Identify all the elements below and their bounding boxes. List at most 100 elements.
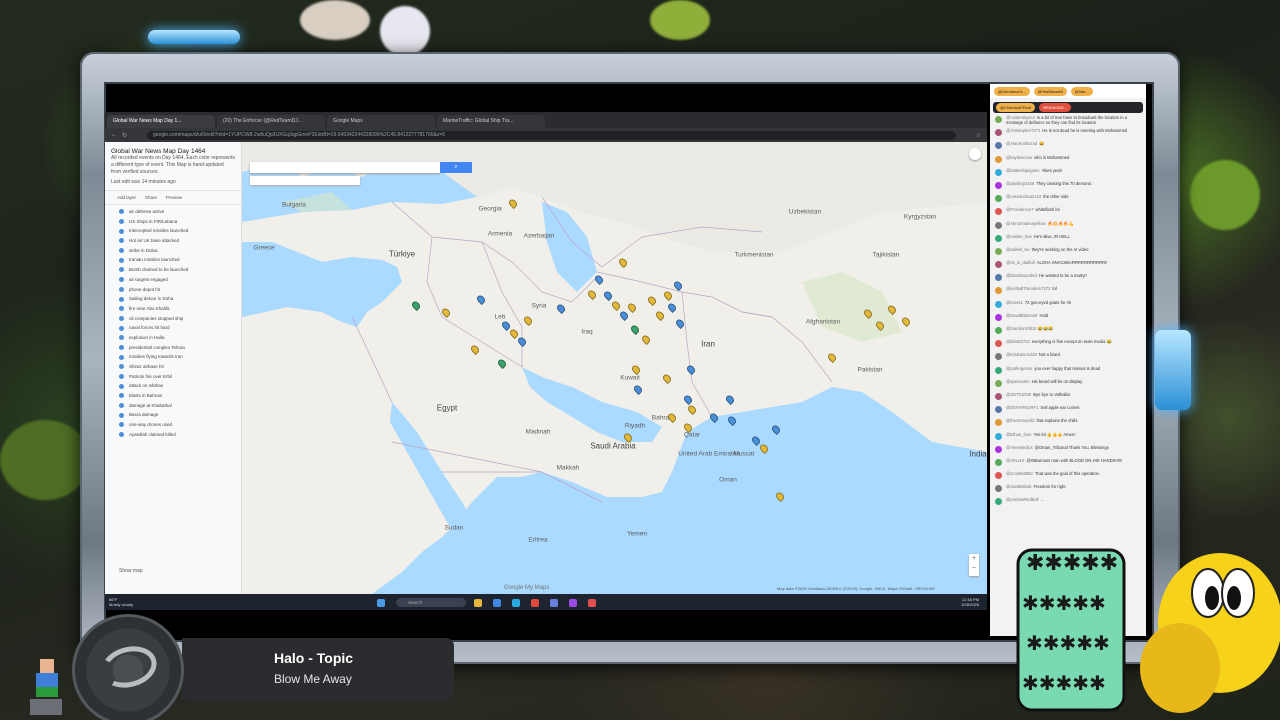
chat-username[interactable]: @spencartin	[1006, 379, 1030, 384]
show-map-link[interactable]: Show map	[119, 568, 143, 574]
chat-username[interactable]: @christopher7271	[1006, 128, 1040, 133]
location-button[interactable]	[969, 148, 981, 160]
layer-item[interactable]: Patriots fire over Erbil	[119, 372, 227, 382]
chat-avatar[interactable]	[995, 129, 1002, 137]
chat-pill[interactable]: @Inte...	[1070, 86, 1093, 96]
chat-username[interactable]: @patfergeson	[1006, 366, 1032, 371]
pinned-pill[interactable]: @Ch3mical7Rold	[996, 103, 1036, 112]
chat-username[interactable]: @tones1	[1006, 300, 1023, 305]
chat-username[interactable]: @tehdraw-tc248	[1006, 352, 1037, 357]
layer-item[interactable]: Hot air UK base attacked	[119, 236, 227, 246]
chat-username[interactable]: @Providence7	[1006, 207, 1034, 212]
share-button[interactable]: Share	[145, 195, 157, 200]
chat-username[interactable]: @DavidBlanton8	[1006, 313, 1038, 318]
chat-username[interactable]: @scootle8882	[1006, 471, 1033, 476]
chat-avatar[interactable]	[995, 234, 1002, 242]
chat-avatar[interactable]	[995, 247, 1002, 255]
chat-avatar[interactable]	[995, 221, 1002, 229]
chat-username[interactable]: @Jwatts5bub	[1006, 484, 1031, 489]
start-icon[interactable]	[377, 598, 385, 607]
chat-username[interactable]: @YeesMedics	[1006, 445, 1033, 450]
chat-username[interactable]: @brandonG0b3	[1006, 326, 1036, 331]
chat-avatar[interactable]	[995, 327, 1002, 334]
chat-username[interactable]: @adwell_lsv	[1006, 247, 1030, 252]
chat-avatar[interactable]	[995, 274, 1002, 282]
layer-item[interactable]: blasts in Bahrain	[119, 391, 227, 401]
chat-avatar[interactable]	[995, 485, 1002, 493]
chat-username[interactable]: @DEFARNGRF1	[1006, 405, 1038, 410]
app-icon[interactable]	[550, 598, 558, 607]
edge-icon[interactable]	[493, 598, 501, 607]
back-icon[interactable]: ←	[111, 132, 117, 138]
tab-war-news-map[interactable]: Global War News Map Day 1...	[107, 115, 215, 128]
chat-pill[interactable]: @GemianoCr...	[994, 86, 1030, 96]
chat-avatar[interactable]	[995, 168, 1002, 176]
obs-icon[interactable]	[588, 598, 596, 607]
chat-username[interactable]: @Abnormalnotyellow	[1006, 221, 1046, 226]
chat-username[interactable]: @bloodbounded	[1006, 273, 1037, 278]
chat-avatar[interactable]	[995, 432, 1002, 440]
layer-item[interactable]: Iranian missiles launched	[119, 255, 227, 265]
chat-pill[interactable]: @YesMaxwell	[1033, 86, 1067, 96]
chat-avatar[interactable]	[995, 419, 1002, 427]
chat-avatar[interactable]	[995, 300, 1002, 308]
breaking-pill[interactable]: BREAKING...	[1039, 103, 1072, 112]
map-search-input[interactable]	[250, 162, 440, 173]
chat-avatar[interactable]	[995, 261, 1002, 269]
chat-avatar[interactable]	[995, 313, 1002, 321]
layer-item[interactable]: air targets engaged	[119, 275, 227, 285]
layer-item[interactable]: fire near Abu Khalifa	[119, 304, 227, 314]
tab-enforcer[interactable]: (20) The Enforcer (@RedTeamDJ...	[217, 115, 325, 128]
chat-username[interactable]: @ibbott2722	[1006, 339, 1030, 344]
chat-username[interactable]: @theSmsworld	[1006, 418, 1034, 423]
search-button[interactable]: ⌕	[440, 162, 472, 173]
chat-avatar[interactable]	[995, 287, 1002, 295]
layer-item[interactable]: Sailing detour in Doha	[119, 294, 227, 304]
chat-avatar[interactable]	[995, 445, 1002, 453]
reload-icon[interactable]: ↻	[122, 132, 127, 139]
layer-item[interactable]: Ayatollah claimed killed	[119, 430, 227, 440]
chat-username[interactable]: @Ethan_Gee	[1006, 432, 1031, 437]
chat-avatar[interactable]	[995, 155, 1002, 163]
chat-avatar[interactable]	[995, 340, 1002, 348]
add-layer-button[interactable]: Add layer	[117, 195, 136, 200]
layer-item[interactable]: one-way drones used	[119, 420, 227, 430]
chat-avatar[interactable]	[995, 472, 1002, 480]
layer-item[interactable]: attack on Isfahan	[119, 381, 227, 391]
layer-item[interactable]: Intercepted missiles launched	[119, 226, 227, 236]
layer-item[interactable]: naval forces hit hard	[119, 323, 227, 333]
chat-avatar[interactable]	[995, 458, 1002, 466]
chat-avatar[interactable]	[995, 181, 1002, 189]
preview-button[interactable]: Preview	[166, 195, 182, 200]
weather-widget[interactable]: 86°F Mostly cloudy	[109, 597, 133, 607]
chat-avatar[interactable]	[995, 116, 1002, 123]
chat-username[interactable]: @kaylieecrow	[1006, 155, 1032, 160]
chat-username[interactable]: @SDTG2035	[1006, 392, 1031, 397]
chat-username[interactable]: @r0rvv1rt	[1006, 458, 1024, 463]
chat-username[interactable]: @AlanKooks1nd	[1006, 141, 1037, 146]
chat-username[interactable]: @ruislan_has	[1006, 234, 1032, 239]
layer-item[interactable]: missiles flying towards Iran	[119, 352, 227, 362]
layer-item[interactable]: phone depot hit	[119, 285, 227, 295]
layer-item[interactable]: oil companies stopped ship	[119, 314, 227, 324]
url-field[interactable]: google.com/maps/d/u/0/edit?mid=1YUPCW8-2…	[147, 130, 956, 140]
store-icon[interactable]	[512, 598, 520, 607]
chat-username[interactable]: @alanboy3346	[1006, 181, 1034, 186]
app-icon[interactable]	[569, 598, 577, 607]
layer-item[interactable]: Bomb claimed to be launched	[119, 265, 227, 275]
map-title[interactable]: Global War News Map Day 1464	[111, 148, 235, 155]
layer-item[interactable]: air defense active	[119, 207, 227, 217]
layer-item[interactable]: strike in Dubai	[119, 246, 227, 256]
chat-avatar[interactable]	[995, 366, 1002, 374]
layer-item[interactable]: Basra damage	[119, 410, 227, 420]
chat-username[interactable]: @c5_is_dadfull	[1006, 260, 1035, 265]
star-icon[interactable]: ☆	[976, 132, 981, 139]
chat-username[interactable]: @cassandraa2134	[1006, 194, 1041, 199]
chat-avatar[interactable]	[995, 406, 1002, 414]
chat-avatar[interactable]	[995, 353, 1002, 361]
map-canvas[interactable]: Bulgaria Greece Türkiye Georgia Armenia …	[242, 142, 987, 594]
layer-item[interactable]: presidential complex Tehran	[119, 343, 227, 353]
zoom-control[interactable]: + −	[969, 554, 979, 576]
chat-avatar[interactable]	[995, 498, 1002, 506]
layer-item[interactable]: explosion in Haifa	[119, 333, 227, 343]
